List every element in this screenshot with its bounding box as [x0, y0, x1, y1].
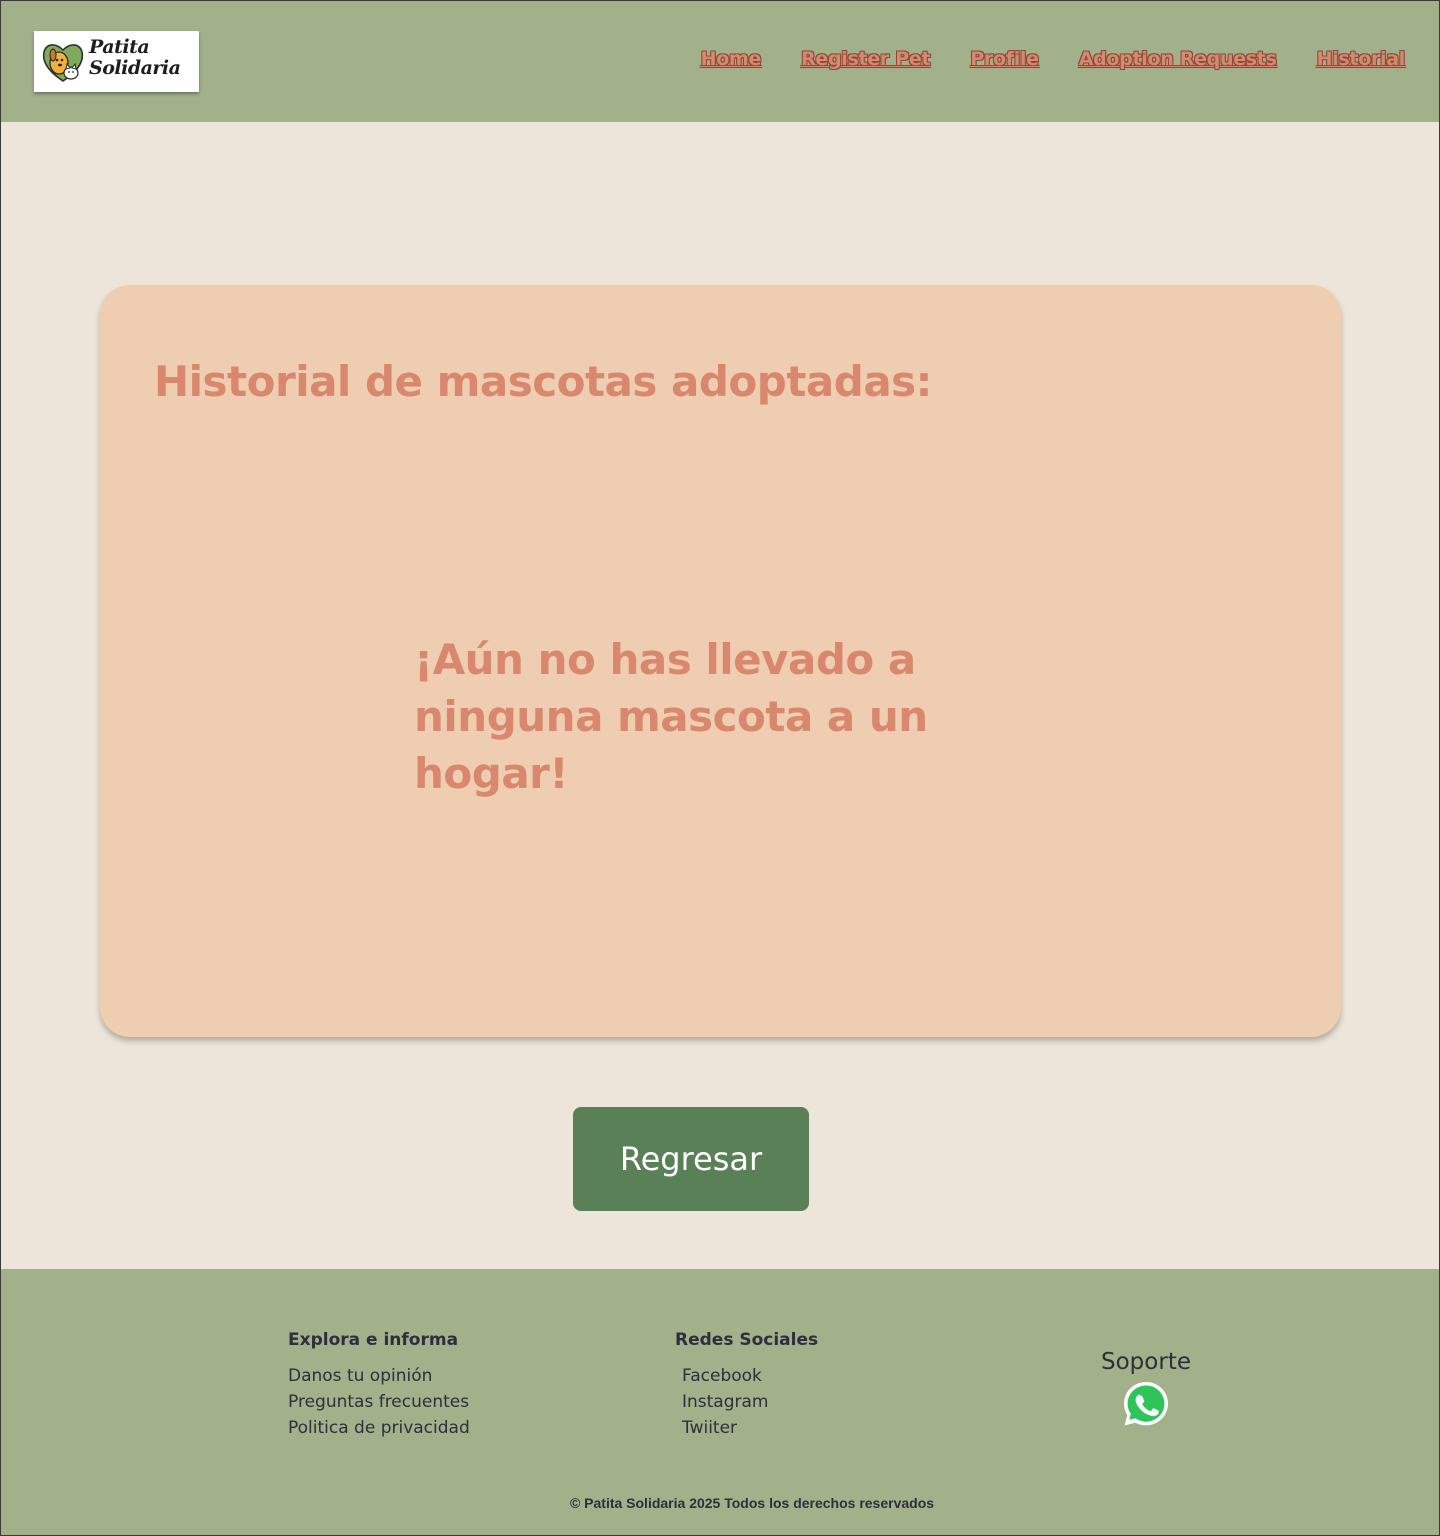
footer-support: Soporte — [1100, 1349, 1192, 1429]
main-nav: Home Register Pet Profile Adoption Reque… — [701, 48, 1406, 70]
page-title: Historial de mascotas adoptadas: — [154, 357, 932, 406]
nav-profile[interactable]: Profile — [970, 48, 1039, 70]
footer-support-heading: Soporte — [1101, 1349, 1191, 1375]
footer-link-facebook[interactable]: Facebook — [675, 1363, 818, 1389]
logo-line-1: Patita — [89, 36, 150, 58]
nav-historial[interactable]: Historial — [1317, 48, 1406, 70]
footer-link-instagram[interactable]: Instagram — [675, 1389, 818, 1415]
back-button[interactable]: Regresar — [573, 1107, 809, 1211]
nav-adoption-requests[interactable]: Adoption Requests — [1079, 48, 1277, 70]
empty-state-message: ¡Aún no has llevado a ninguna mascota a … — [414, 635, 928, 798]
logo[interactable]: Patita Solidaria — [34, 31, 199, 92]
logo-text: Patita Solidaria — [89, 37, 197, 79]
site-header: Patita Solidaria Home Register Pet Profi… — [1, 1, 1439, 122]
adoption-history-card: Historial de mascotas adoptadas: ¡Aún no… — [100, 285, 1341, 1037]
footer-link-feedback[interactable]: Danos tu opinión — [288, 1363, 470, 1389]
whatsapp-icon[interactable] — [1121, 1379, 1171, 1429]
footer-social-heading: Redes Sociales — [675, 1330, 819, 1350]
site-footer: Explora e informa Danos tu opinión Pregu… — [1, 1269, 1439, 1535]
copyright: © Patita Solidaria 2025 Todos los derech… — [569, 1495, 935, 1511]
footer-explore-column: Explora e informa Danos tu opinión Pregu… — [288, 1330, 470, 1441]
footer-link-faq[interactable]: Preguntas frecuentes — [288, 1389, 470, 1415]
footer-link-twitter[interactable]: Twiiter — [675, 1415, 818, 1441]
dog-cat-logo-icon — [42, 44, 84, 82]
footer-social-column: Redes Sociales Facebook Instagram Twiite… — [675, 1330, 818, 1441]
nav-register-pet[interactable]: Register Pet — [801, 48, 930, 70]
nav-home[interactable]: Home — [701, 48, 762, 70]
logo-line-2: Solidaria — [89, 57, 181, 79]
footer-explore-heading: Explora e informa — [288, 1330, 459, 1350]
footer-link-privacy[interactable]: Politica de privacidad — [288, 1415, 470, 1441]
